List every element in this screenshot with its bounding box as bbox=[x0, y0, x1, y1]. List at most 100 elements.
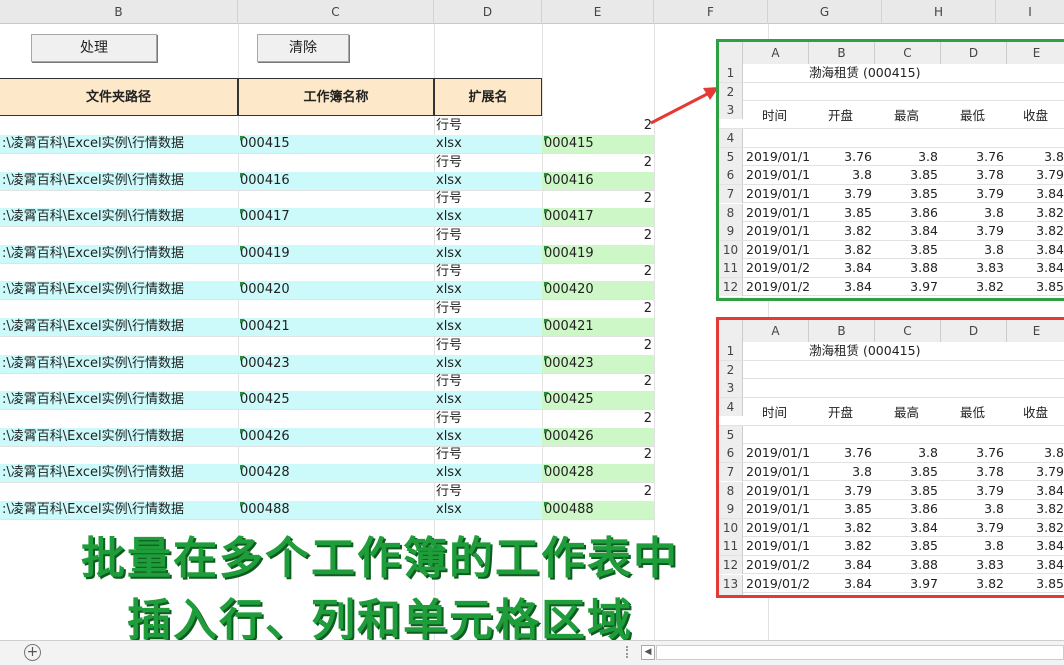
mini-col-header[interactable]: C bbox=[875, 320, 941, 342]
output-cell[interactable]: 000417 bbox=[542, 208, 654, 226]
mini-row-number[interactable]: 2 bbox=[719, 82, 743, 101]
mini-row-number[interactable]: 11 bbox=[719, 259, 743, 278]
mini-data-cell[interactable]: 3.84 bbox=[1007, 537, 1064, 555]
row-number[interactable]: 2 bbox=[542, 154, 654, 172]
mini-data-cell[interactable]: 3.8 bbox=[875, 148, 941, 166]
mini-data-cell[interactable]: 3.85 bbox=[809, 204, 875, 222]
mini-data-cell[interactable]: 3.8 bbox=[941, 537, 1007, 555]
mini-data-cell[interactable]: 3.85 bbox=[1007, 278, 1064, 296]
extension-cell[interactable]: xlsx bbox=[434, 428, 542, 446]
mini-data-cell[interactable]: 2019/01/1 bbox=[743, 166, 809, 184]
mini-data-cell[interactable]: 3.8 bbox=[941, 241, 1007, 259]
output-cell[interactable]: 000419 bbox=[542, 245, 654, 263]
mini-data-cell[interactable]: 2019/01/1 bbox=[743, 444, 809, 462]
folder-path-cell[interactable]: :\凌霄百科\Excel实例\行情数据 bbox=[0, 464, 238, 482]
mini-data-cell[interactable]: 3.86 bbox=[875, 204, 941, 222]
workbook-name-cell[interactable]: 000420 bbox=[238, 281, 434, 299]
row-number[interactable]: 2 bbox=[542, 373, 654, 391]
mini-row-number[interactable]: 3 bbox=[719, 379, 743, 398]
mini-data-cell[interactable]: 3.85 bbox=[1007, 575, 1064, 593]
mini-data-cell[interactable]: 3.82 bbox=[1007, 500, 1064, 518]
extension-cell[interactable]: xlsx bbox=[434, 172, 542, 190]
mini-title[interactable]: 渤海租赁 (000415) bbox=[809, 342, 959, 360]
mini-data-cell[interactable]: 3.82 bbox=[1007, 519, 1064, 537]
mini-row-number[interactable]: 5 bbox=[719, 147, 743, 166]
workbook-name-cell[interactable]: 000416 bbox=[238, 172, 434, 190]
mini-data-cell[interactable]: 3.8 bbox=[941, 500, 1007, 518]
row-label[interactable]: 行号 bbox=[434, 373, 542, 391]
mini-field-header[interactable]: 最低 bbox=[941, 107, 1007, 125]
extension-cell[interactable]: xlsx bbox=[434, 245, 542, 263]
mini-row-number[interactable]: 5 bbox=[719, 425, 743, 444]
extension-cell[interactable]: xlsx bbox=[434, 391, 542, 409]
mini-row-number[interactable]: 1 bbox=[719, 342, 743, 360]
mini-field-header[interactable]: 最高 bbox=[875, 107, 941, 125]
extension-cell[interactable]: xlsx bbox=[434, 464, 542, 482]
mini-row-number[interactable]: 6 bbox=[719, 444, 743, 463]
folder-path-cell[interactable]: :\凌霄百科\Excel实例\行情数据 bbox=[0, 428, 238, 446]
row-number[interactable]: 2 bbox=[542, 446, 654, 464]
clear-button[interactable]: 清除 bbox=[257, 34, 349, 62]
mini-data-cell[interactable]: 3.83 bbox=[941, 259, 1007, 277]
mini-row-number[interactable]: 2 bbox=[719, 360, 743, 379]
splitter-handle[interactable] bbox=[626, 646, 628, 658]
row-label[interactable]: 行号 bbox=[434, 337, 542, 355]
mini-data-cell[interactable]: 2019/01/1 bbox=[743, 204, 809, 222]
mini-field-header[interactable]: 收盘 bbox=[1007, 404, 1064, 422]
mini-data-cell[interactable]: 3.8 bbox=[1007, 444, 1064, 462]
mini-data-cell[interactable]: 3.82 bbox=[941, 278, 1007, 296]
mini-field-header[interactable]: 开盘 bbox=[809, 107, 875, 125]
add-sheet-icon[interactable]: + bbox=[24, 644, 41, 661]
mini-data-cell[interactable]: 3.85 bbox=[875, 463, 941, 481]
mini-data-cell[interactable]: 3.83 bbox=[875, 297, 941, 299]
row-number[interactable]: 2 bbox=[542, 337, 654, 355]
mini-data-cell[interactable]: 2019/01/1 bbox=[743, 519, 809, 537]
workbook-name-cell[interactable]: 000488 bbox=[238, 501, 434, 519]
mini-row-number[interactable]: 14 bbox=[719, 593, 743, 595]
mini-title[interactable]: 渤海租赁 (000415) bbox=[809, 64, 959, 82]
workbook-name-cell[interactable]: 000428 bbox=[238, 464, 434, 482]
row-number[interactable]: 2 bbox=[542, 263, 654, 281]
mini-data-cell[interactable]: 2019/01/2 bbox=[743, 556, 809, 574]
mini-data-cell[interactable]: 3.84 bbox=[809, 259, 875, 277]
mini-data-cell[interactable]: 2019/01/2 bbox=[743, 575, 809, 593]
mini-data-cell[interactable]: 3.86 bbox=[875, 500, 941, 518]
row-number[interactable]: 2 bbox=[542, 117, 654, 135]
mini-data-cell[interactable]: 2019/01/1 bbox=[743, 500, 809, 518]
mini-row-number[interactable]: 13 bbox=[719, 574, 743, 593]
extension-cell[interactable]: xlsx bbox=[434, 318, 542, 336]
workbook-name-cell[interactable]: 000426 bbox=[238, 428, 434, 446]
mini-data-cell[interactable]: 2019/01/1 bbox=[743, 222, 809, 240]
row-label[interactable]: 行号 bbox=[434, 190, 542, 208]
folder-path-cell[interactable]: :\凌霄百科\Excel实例\行情数据 bbox=[0, 318, 238, 336]
output-cell[interactable]: 000426 bbox=[542, 428, 654, 446]
mini-data-cell[interactable]: 3.88 bbox=[875, 259, 941, 277]
mini-data-cell[interactable]: 3.79 bbox=[809, 482, 875, 500]
workbook-name-cell[interactable]: 000421 bbox=[238, 318, 434, 336]
mini-data-cell[interactable]: 3.84 bbox=[1007, 241, 1064, 259]
mini-data-cell[interactable]: 3.78 bbox=[941, 463, 1007, 481]
mini-data-cell[interactable]: 2019/01/1 bbox=[743, 241, 809, 259]
mini-row-number[interactable]: 6 bbox=[719, 166, 743, 185]
folder-path-cell[interactable]: :\凌霄百科\Excel实例\行情数据 bbox=[0, 135, 238, 153]
folder-path-cell[interactable]: :\凌霄百科\Excel实例\行情数据 bbox=[0, 501, 238, 519]
mini-data-cell[interactable]: 3.76 bbox=[809, 148, 875, 166]
workbook-name-cell[interactable]: 000419 bbox=[238, 245, 434, 263]
process-button[interactable]: 处理 bbox=[31, 34, 157, 62]
folder-path-cell[interactable]: :\凌霄百科\Excel实例\行情数据 bbox=[0, 245, 238, 263]
col-header-h[interactable]: H bbox=[882, 0, 996, 24]
mini-row-number[interactable]: 1 bbox=[719, 64, 743, 82]
workbook-name-cell[interactable]: 000415 bbox=[238, 135, 434, 153]
extension-cell[interactable]: xlsx bbox=[434, 208, 542, 226]
workbook-name-cell[interactable]: 000417 bbox=[238, 208, 434, 226]
select-all-corner[interactable] bbox=[719, 320, 743, 342]
mini-row-number[interactable]: 3 bbox=[719, 101, 743, 120]
col-header-e[interactable]: E bbox=[542, 0, 654, 24]
scroll-left-icon[interactable]: ◀ bbox=[641, 645, 655, 660]
row-label[interactable]: 行号 bbox=[434, 154, 542, 172]
mini-row-number[interactable]: 7 bbox=[719, 462, 743, 481]
mini-data-cell[interactable]: 3.84 bbox=[875, 519, 941, 537]
row-label[interactable]: 行号 bbox=[434, 117, 542, 135]
row-number[interactable]: 2 bbox=[542, 300, 654, 318]
col-header-d[interactable]: D bbox=[434, 0, 542, 24]
